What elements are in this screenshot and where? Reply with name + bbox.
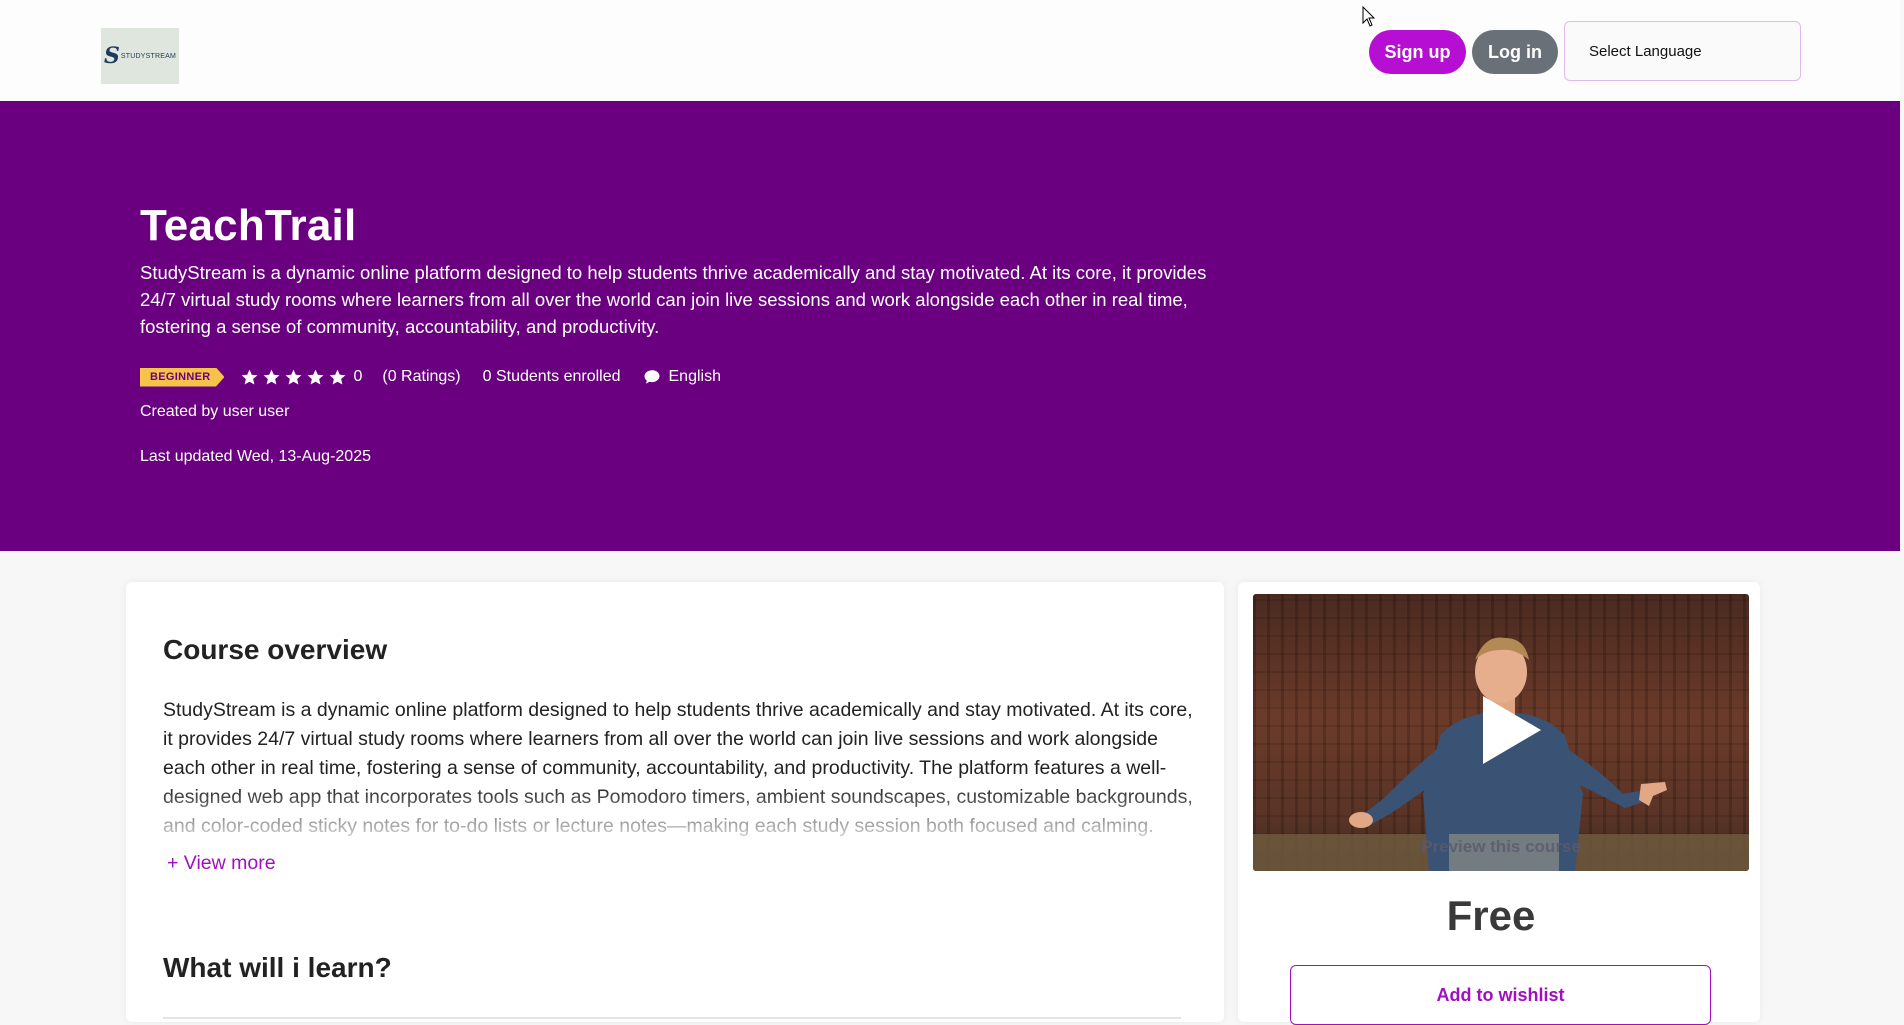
site-logo[interactable]: S STUDYSTREAM xyxy=(101,28,179,84)
course-price: Free xyxy=(1238,892,1760,940)
level-badge: BEGINNER xyxy=(140,367,225,387)
star-icon xyxy=(308,369,324,385)
star-icon xyxy=(264,369,280,385)
logo-s-mark: S xyxy=(104,43,120,69)
mouse-cursor-icon xyxy=(1362,6,1376,27)
language-select[interactable]: Select Language xyxy=(1564,21,1801,81)
course-language: English xyxy=(668,368,721,385)
ratings-count: (0 Ratings) xyxy=(382,368,461,385)
preview-course-label[interactable]: Preview this course xyxy=(1253,837,1749,857)
overview-fade xyxy=(163,786,1193,846)
star-icon xyxy=(286,369,302,385)
created-by: Created by user user xyxy=(140,403,290,420)
rating-stars xyxy=(240,368,347,387)
signup-button[interactable]: Sign up xyxy=(1369,30,1466,74)
course-short-description: StudyStream is a dynamic online platform… xyxy=(140,262,1207,337)
star-icon xyxy=(330,369,346,385)
site-header: S STUDYSTREAM Sign up Log in Select Lang… xyxy=(0,0,1900,101)
learn-section-divider xyxy=(163,1017,1181,1019)
course-title: TeachTrail xyxy=(140,201,357,250)
last-updated: Last updated Wed, 13-Aug-2025 xyxy=(140,448,371,465)
what-will-i-learn-heading: What will i learn? xyxy=(163,952,392,983)
course-preview-video[interactable]: Preview this course xyxy=(1253,594,1749,871)
course-overview-card: Course overview StudyStream is a dynamic… xyxy=(126,582,1224,1022)
price-value: Free xyxy=(1446,892,1536,939)
course-meta-row: BEGINNER 0 (0 Ratings) 0 Students enroll… xyxy=(140,365,721,389)
star-icon xyxy=(242,369,258,385)
course-purchase-card: Preview this course Free Add to wishlist xyxy=(1238,582,1760,1025)
logo-text: STUDYSTREAM xyxy=(120,52,176,60)
chat-bubble-icon xyxy=(644,370,659,384)
view-more-link[interactable]: + View more xyxy=(167,852,276,875)
rating-value: 0 xyxy=(353,368,363,385)
course-hero: TeachTrail StudyStream is a dynamic onli… xyxy=(0,101,1900,551)
overview-text-container: StudyStream is a dynamic online platform… xyxy=(163,696,1193,846)
play-icon[interactable] xyxy=(1479,694,1543,766)
add-to-wishlist-button[interactable]: Add to wishlist xyxy=(1290,965,1711,1025)
students-enrolled: 0 Students enrolled xyxy=(482,368,621,385)
login-button[interactable]: Log in xyxy=(1472,30,1558,74)
overview-heading: Course overview xyxy=(163,634,388,665)
